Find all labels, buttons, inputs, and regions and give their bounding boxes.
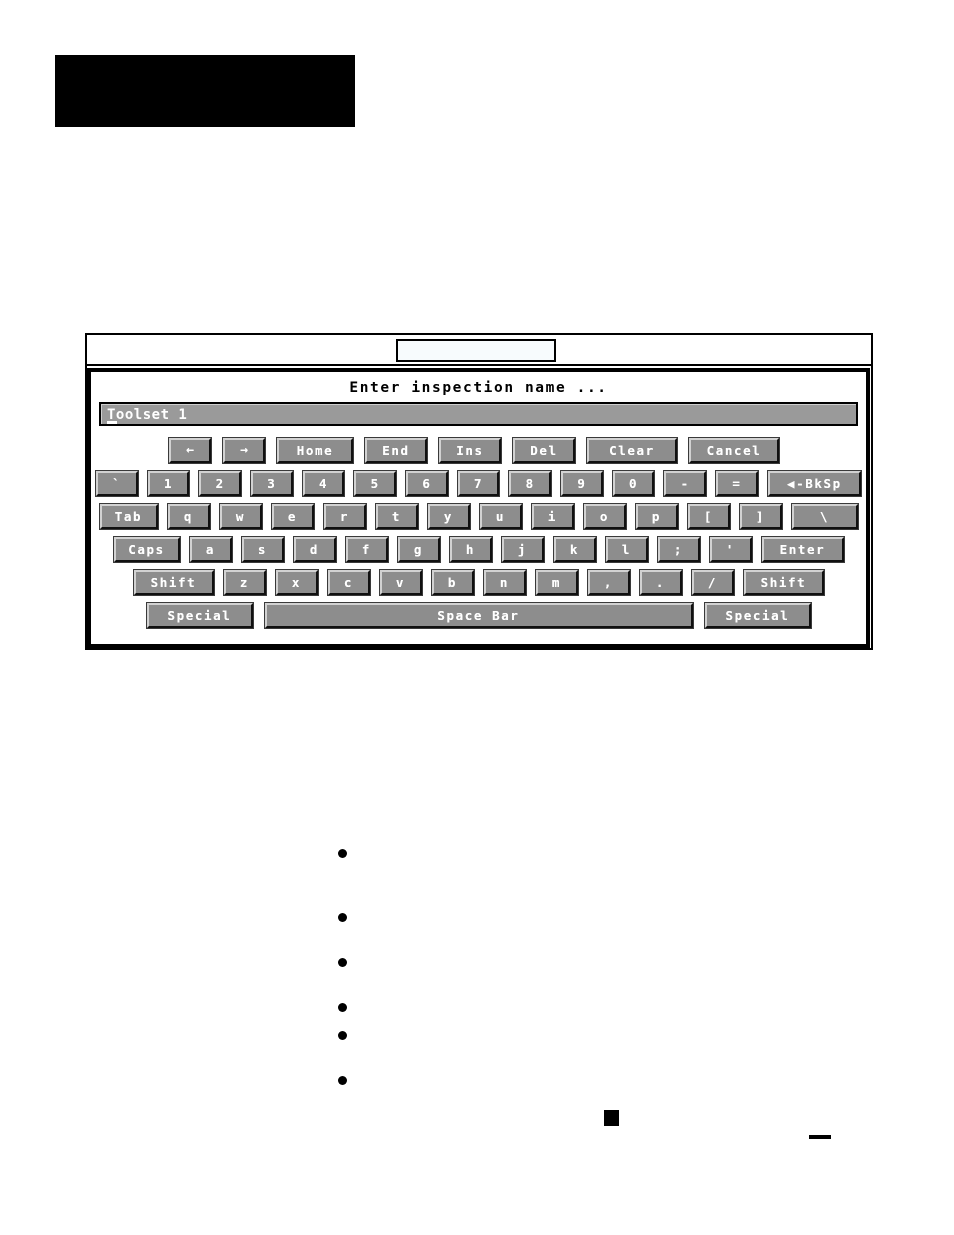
key-3[interactable]: 3 bbox=[251, 471, 293, 496]
key-minus[interactable]: - bbox=[664, 471, 707, 496]
key-right-arrow[interactable]: → bbox=[223, 438, 265, 463]
key-apostrophe[interactable]: ' bbox=[709, 537, 752, 562]
bullet-1 bbox=[338, 849, 347, 858]
key-home[interactable]: Home bbox=[277, 438, 353, 463]
key-1[interactable]: 1 bbox=[147, 471, 190, 496]
screen-titlebar bbox=[87, 335, 871, 366]
key-4[interactable]: 4 bbox=[302, 471, 345, 496]
key-f[interactable]: f bbox=[345, 537, 388, 562]
bullet-5 bbox=[338, 1031, 347, 1040]
key-e[interactable]: e bbox=[271, 504, 314, 529]
inspection-name-value: Toolset 1 bbox=[107, 407, 188, 423]
number-key-row: ` 1 2 3 4 5 6 7 8 9 0- = ◀-BkSp bbox=[91, 467, 866, 500]
key-shift-left[interactable]: Shift bbox=[133, 570, 214, 595]
screen-title-box bbox=[396, 339, 556, 362]
key-0[interactable]: 0 bbox=[612, 471, 655, 496]
key-o[interactable]: o bbox=[583, 504, 626, 529]
on-screen-keyboard: ← → Home End Ins Del Clear Cancel ` 1 2 3 4 5 6 7 8 9 0- =… bbox=[91, 434, 866, 632]
key-p[interactable]: p bbox=[635, 504, 678, 529]
key-v[interactable]: v bbox=[379, 570, 422, 595]
key-special-left[interactable]: Special bbox=[146, 603, 253, 628]
key-r[interactable]: r bbox=[323, 504, 366, 529]
key-w[interactable]: w bbox=[219, 504, 262, 529]
key-7[interactable]: 7 bbox=[457, 471, 500, 496]
key-a[interactable]: a bbox=[189, 537, 232, 562]
key-c[interactable]: c bbox=[327, 570, 370, 595]
key-g[interactable]: g bbox=[397, 537, 440, 562]
key-left-arrow[interactable]: ← bbox=[169, 438, 211, 463]
terminal-screen-frame: Enter inspection name ... Toolset 1 ← → Ho… bbox=[85, 333, 873, 650]
key-ins[interactable]: Ins bbox=[439, 438, 501, 463]
key-bracket-left[interactable]: [ bbox=[687, 504, 730, 529]
end-of-section-marker bbox=[604, 1110, 619, 1126]
inspection-name-dialog: Enter inspection name ... Toolset 1 ← → Ho… bbox=[87, 368, 870, 648]
key-shift-right[interactable]: Shift bbox=[743, 570, 824, 595]
key-2[interactable]: 2 bbox=[199, 471, 242, 496]
bullet-2 bbox=[338, 913, 347, 922]
key-d[interactable]: d bbox=[293, 537, 336, 562]
key-m[interactable]: m bbox=[535, 570, 578, 595]
key-j[interactable]: j bbox=[501, 537, 544, 562]
key-backslash[interactable]: \ bbox=[791, 504, 858, 529]
key-t[interactable]: t bbox=[375, 504, 418, 529]
space-key-row: Special Space Bar Special bbox=[91, 599, 866, 632]
key-cancel[interactable]: Cancel bbox=[689, 438, 779, 463]
function-key-row: ← → Home End Ins Del Clear Cancel bbox=[91, 434, 866, 467]
bottom-letter-key-row: Shift z x c v b n m,. / Shift bbox=[91, 566, 866, 599]
key-backspace[interactable]: ◀-BkSp bbox=[767, 471, 861, 496]
top-letter-key-row: Tab q w e r t y u i o p [] \ bbox=[91, 500, 866, 533]
key-bracket-right[interactable]: ] bbox=[739, 504, 782, 529]
key-l[interactable]: l bbox=[605, 537, 648, 562]
key-tab[interactable]: Tab bbox=[99, 504, 158, 529]
inspection-name-input[interactable]: Toolset 1 bbox=[99, 402, 858, 426]
key-9[interactable]: 9 bbox=[561, 471, 603, 496]
key-u[interactable]: u bbox=[479, 504, 522, 529]
key-semicolon[interactable]: ; bbox=[657, 537, 700, 562]
key-equals[interactable]: = bbox=[716, 471, 758, 496]
key-b[interactable]: b bbox=[431, 570, 474, 595]
bullet-3 bbox=[338, 958, 347, 967]
key-q[interactable]: q bbox=[167, 504, 210, 529]
key-8[interactable]: 8 bbox=[509, 471, 552, 496]
key-clear[interactable]: Clear bbox=[587, 438, 677, 463]
redacted-header-block bbox=[55, 55, 355, 127]
key-n[interactable]: n bbox=[483, 570, 526, 595]
key-5[interactable]: 5 bbox=[354, 471, 397, 496]
page-footer-rule bbox=[809, 1135, 831, 1139]
bullet-4 bbox=[338, 1003, 347, 1012]
text-cursor bbox=[107, 421, 117, 424]
key-s[interactable]: s bbox=[241, 537, 284, 562]
key-slash[interactable]: / bbox=[691, 570, 734, 595]
key-enter[interactable]: Enter bbox=[761, 537, 844, 562]
key-y[interactable]: y bbox=[427, 504, 470, 529]
key-6[interactable]: 6 bbox=[406, 471, 448, 496]
key-period[interactable]: . bbox=[639, 570, 682, 595]
key-caps[interactable]: Caps bbox=[113, 537, 180, 562]
key-i[interactable]: i bbox=[531, 504, 574, 529]
key-backquote[interactable]: ` bbox=[96, 471, 138, 496]
bullet-6 bbox=[338, 1076, 347, 1085]
key-end[interactable]: End bbox=[365, 438, 427, 463]
key-comma[interactable]: , bbox=[587, 570, 630, 595]
key-space-bar[interactable]: Space Bar bbox=[264, 603, 693, 628]
key-special-right[interactable]: Special bbox=[704, 603, 811, 628]
key-x[interactable]: x bbox=[275, 570, 318, 595]
dialog-prompt: Enter inspection name ... bbox=[349, 380, 608, 396]
key-z[interactable]: z bbox=[223, 570, 266, 595]
key-del[interactable]: Del bbox=[513, 438, 575, 463]
home-letter-key-row: Caps a s d f g h j k l; ' Enter bbox=[91, 533, 866, 566]
key-k[interactable]: k bbox=[553, 537, 596, 562]
key-h[interactable]: h bbox=[449, 537, 492, 562]
